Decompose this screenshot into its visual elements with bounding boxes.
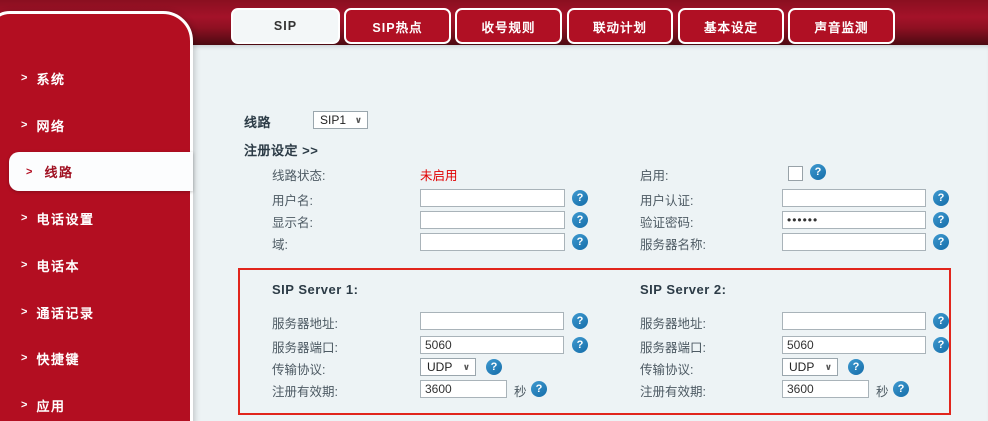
server-name-label: 服务器名称: xyxy=(640,234,706,253)
sip-server2-title: SIP Server 2: xyxy=(640,282,726,297)
help-icon[interactable]: ? xyxy=(531,381,547,397)
tab-sip-hotspot[interactable]: SIP热点 xyxy=(344,8,451,44)
chevron-right-icon: > xyxy=(21,119,27,131)
sidebar-item-label: 应用 xyxy=(36,396,65,415)
select-chevron-icon: ∨ xyxy=(463,362,470,373)
auth-user-input[interactable] xyxy=(782,189,926,207)
auth-user-label: 用户认证: xyxy=(640,190,693,209)
sidebar-item-apps[interactable]: > 应用 xyxy=(0,390,193,420)
enable-label: 启用: xyxy=(640,165,668,184)
chevron-right-icon: > xyxy=(21,306,27,318)
help-icon[interactable]: ? xyxy=(572,190,588,206)
sidebar-item-label: 快捷键 xyxy=(36,349,80,368)
display-name-input[interactable] xyxy=(420,211,565,229)
sidebar-item-phone-settings[interactable]: > 电话设置 xyxy=(0,203,193,233)
chevron-right-icon: > xyxy=(21,399,27,411)
chevron-right-icon: > xyxy=(21,259,27,271)
tab-action-plan[interactable]: 联动计划 xyxy=(567,8,673,44)
sidebar-item-line[interactable]: > 线路 xyxy=(9,152,193,191)
server1-protocol-select[interactable]: UDP ∨ xyxy=(420,358,476,376)
sidebar-item-label: 线路 xyxy=(44,162,73,181)
enable-checkbox[interactable] xyxy=(788,166,803,181)
help-icon[interactable]: ? xyxy=(848,359,864,375)
server1-address-label: 服务器地址: xyxy=(272,313,338,332)
help-icon[interactable]: ? xyxy=(933,212,949,228)
help-icon[interactable]: ? xyxy=(933,313,949,329)
tab-basic-settings[interactable]: 基本设定 xyxy=(678,8,784,44)
tab-sound-monitor[interactable]: 声音监测 xyxy=(788,8,895,44)
server1-address-input[interactable] xyxy=(420,312,564,330)
tab-dial-rule[interactable]: 收号规则 xyxy=(455,8,562,44)
sidebar-item-label: 系统 xyxy=(36,69,65,88)
server2-address-label: 服务器地址: xyxy=(640,313,706,332)
sidebar-menu: > 系统 > 网络 > 线路 > 电话设置 > 电话本 > 通话记录 > 快捷键… xyxy=(0,0,193,421)
sidebar-item-label: 电话本 xyxy=(36,256,80,275)
sidebar-item-hotkey[interactable]: > 快捷键 xyxy=(0,343,193,373)
sidebar-item-label: 电话设置 xyxy=(36,209,94,228)
help-icon[interactable]: ? xyxy=(572,313,588,329)
domain-label: 域: xyxy=(272,234,288,253)
chevron-right-icon: > xyxy=(21,72,27,84)
sip-server1-title: SIP Server 1: xyxy=(272,282,358,297)
sidebar-item-call-log[interactable]: > 通话记录 xyxy=(0,297,193,327)
sidebar-item-label: 通话记录 xyxy=(36,303,94,322)
auth-password-label: 验证密码: xyxy=(640,212,693,231)
sidebar-item-label: 网络 xyxy=(36,116,65,135)
server1-port-label: 服务器端口: xyxy=(272,337,338,356)
server1-protocol-label: 传输协议: xyxy=(272,359,325,378)
chevron-right-icon: > xyxy=(21,352,27,364)
help-icon[interactable]: ? xyxy=(893,381,909,397)
line-select-value: SIP1 xyxy=(320,113,346,127)
auth-password-input[interactable] xyxy=(782,211,926,229)
chevron-right-icon: > xyxy=(21,212,27,224)
line-select[interactable]: SIP1 ∨ xyxy=(313,111,368,129)
server2-expiry-input[interactable] xyxy=(782,380,869,398)
phone-admin-page: SIP SIP热点 收号规则 联动计划 基本设定 声音监测 > 系统 > 网络 … xyxy=(0,0,988,421)
server-name-input[interactable] xyxy=(782,233,926,251)
help-icon[interactable]: ? xyxy=(572,337,588,353)
username-input[interactable] xyxy=(420,189,565,207)
server2-protocol-select[interactable]: UDP ∨ xyxy=(782,358,838,376)
server2-expiry-unit: 秒 xyxy=(876,381,889,400)
server1-expiry-unit: 秒 xyxy=(514,381,527,400)
help-icon[interactable]: ? xyxy=(933,190,949,206)
select-chevron-icon: ∨ xyxy=(355,115,362,126)
server2-port-input[interactable] xyxy=(782,336,926,354)
select-chevron-icon: ∨ xyxy=(825,362,832,373)
line-status-value: 未启用 xyxy=(420,165,458,184)
help-icon[interactable]: ? xyxy=(933,234,949,250)
username-label: 用户名: xyxy=(272,190,313,209)
server2-protocol-label: 传输协议: xyxy=(640,359,693,378)
help-icon[interactable]: ? xyxy=(933,337,949,353)
help-icon[interactable]: ? xyxy=(486,359,502,375)
display-name-label: 显示名: xyxy=(272,212,313,231)
help-icon[interactable]: ? xyxy=(810,164,826,180)
server2-protocol-value: UDP xyxy=(789,360,814,374)
server2-port-label: 服务器端口: xyxy=(640,337,706,356)
line-status-label: 线路状态: xyxy=(272,165,325,184)
line-select-label: 线路 xyxy=(244,112,271,131)
server1-expiry-input[interactable] xyxy=(420,380,507,398)
server1-port-input[interactable] xyxy=(420,336,564,354)
domain-input[interactable] xyxy=(420,233,565,251)
chevron-right-icon: > xyxy=(26,166,32,178)
help-icon[interactable]: ? xyxy=(572,234,588,250)
sidebar-item-network[interactable]: > 网络 xyxy=(0,110,193,140)
sidebar-item-phonebook[interactable]: > 电话本 xyxy=(0,250,193,280)
server2-expiry-label: 注册有效期: xyxy=(640,381,706,400)
tab-sip[interactable]: SIP xyxy=(231,8,340,44)
register-section-title: 注册设定 >> xyxy=(244,140,318,159)
help-icon[interactable]: ? xyxy=(572,212,588,228)
server1-expiry-label: 注册有效期: xyxy=(272,381,338,400)
server2-address-input[interactable] xyxy=(782,312,926,330)
sidebar-item-system[interactable]: > 系统 xyxy=(0,63,193,93)
server1-protocol-value: UDP xyxy=(427,360,452,374)
